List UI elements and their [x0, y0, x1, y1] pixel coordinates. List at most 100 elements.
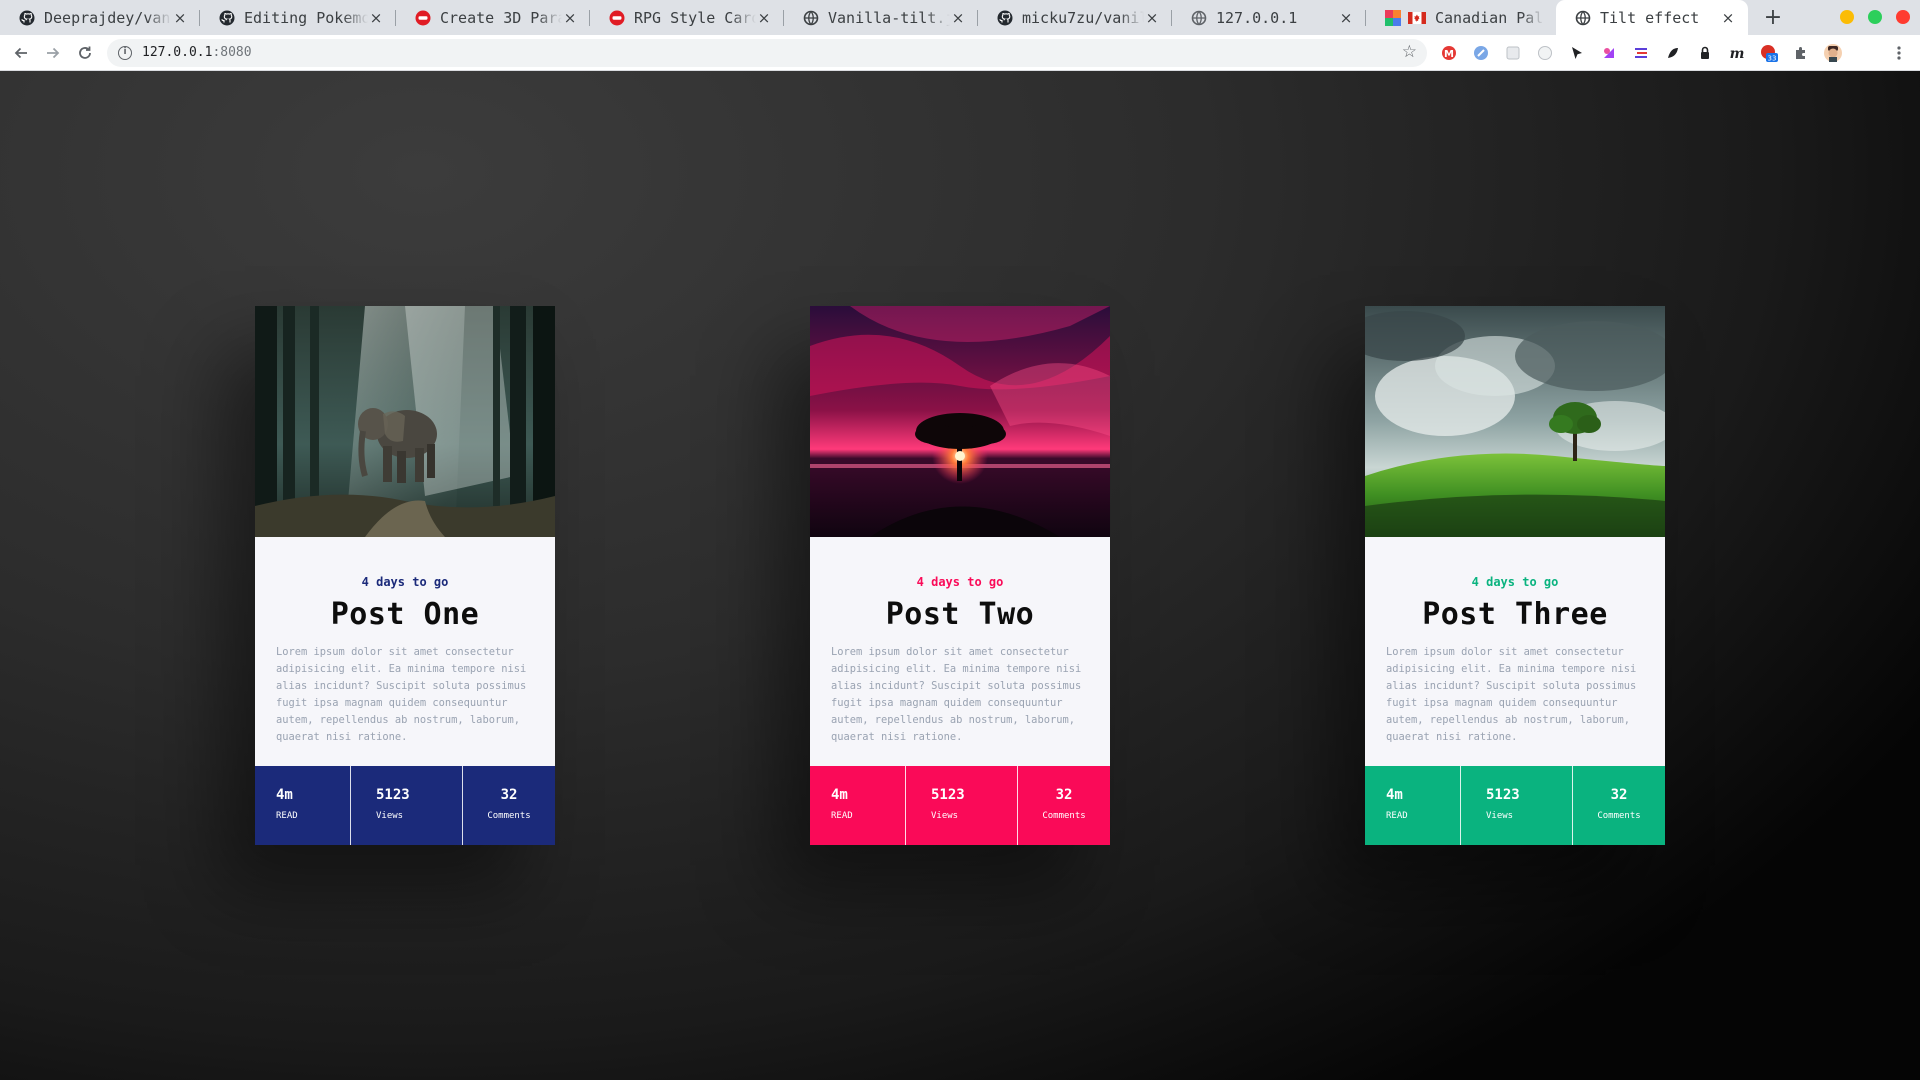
globe-icon — [803, 10, 819, 26]
close-icon[interactable]: × — [562, 9, 578, 27]
extension-badge-icon[interactable]: 33 — [1760, 44, 1778, 62]
stat-label: Comments — [1597, 811, 1641, 821]
stat-views: 5123 Views — [1460, 766, 1572, 845]
stat-read: 4m READ — [810, 766, 905, 845]
tab-create-3d-parallax[interactable]: Create 3D Parallax × — [396, 0, 590, 35]
extension-m-icon[interactable]: m — [1728, 44, 1746, 62]
info-icon[interactable]: i — [118, 46, 132, 60]
tab-tilt-effect[interactable]: Tilt effect × — [1556, 0, 1748, 35]
extension-lock-icon[interactable] — [1696, 44, 1714, 62]
puzzle-icon[interactable] — [1792, 44, 1810, 62]
maximize-button[interactable] — [1868, 10, 1882, 24]
close-icon[interactable]: × — [756, 9, 772, 27]
close-icon[interactable]: × — [1338, 9, 1354, 27]
stat-value: 32 — [1610, 787, 1628, 803]
reload-button[interactable] — [73, 41, 97, 65]
tab-deeprajdey[interactable]: Deeprajdey/vanilla-tilt × — [0, 0, 200, 35]
close-icon[interactable]: × — [950, 9, 966, 27]
bookmark-star-icon[interactable]: ☆ — [1402, 42, 1417, 62]
tab-vanilla-tilt-js[interactable]: Vanilla-tilt.js × — [784, 0, 978, 35]
card-stats: 4m READ 5123 Views 32 Comments — [1365, 766, 1665, 845]
tab-title: 127.0.0.1 — [1216, 8, 1298, 27]
tab-rpg-style-card[interactable]: RPG Style Card Design × — [590, 0, 784, 35]
card-date: 4 days to go — [916, 575, 1004, 589]
stat-read: 4m READ — [1365, 766, 1460, 845]
browser-toolbar: i 127.0.0.1:8080 ☆ M 33 m — [0, 35, 1920, 71]
globe-icon — [1575, 10, 1591, 26]
stat-label: READ — [831, 811, 853, 821]
stat-label: Comments — [487, 811, 531, 821]
extension-purple-icon[interactable] — [1600, 44, 1618, 62]
card-title: Post One — [330, 597, 480, 632]
card-body: 4 days to go Post Three Lorem ipsum dolo… — [1365, 537, 1665, 766]
stat-label: Comments — [1042, 811, 1086, 821]
stat-value: 5123 — [1486, 787, 1520, 803]
tab-strip: Deeprajdey/vanilla-tilt × Editing Pokemo… — [0, 0, 1920, 35]
close-icon[interactable]: × — [1720, 9, 1736, 27]
url-text[interactable]: 127.0.0.1:8080 — [142, 45, 252, 60]
tab-localhost[interactable]: 127.0.0.1 × — [1172, 0, 1366, 35]
card-post-three[interactable]: 4 days to go Post Three Lorem ipsum dolo… — [1365, 306, 1665, 845]
github-icon — [19, 10, 35, 26]
stat-label: READ — [276, 811, 298, 821]
extension-blue-icon[interactable] — [1472, 44, 1490, 62]
extension-cursor-icon[interactable] — [1568, 44, 1586, 62]
reload-icon — [79, 46, 91, 59]
tab-canadian-palette[interactable]: Canadian Palette — [1366, 0, 1556, 35]
card-image-elephant — [255, 306, 555, 537]
codepen-icon — [609, 10, 625, 26]
kebab-menu-icon[interactable] — [1890, 44, 1908, 62]
stat-comments: 32 Comments — [1017, 766, 1110, 845]
tab-editing-pokemon[interactable]: Editing Pokemon-cards × — [200, 0, 396, 35]
extension-leaf-icon[interactable] — [1664, 44, 1682, 62]
stat-read: 4m READ — [255, 766, 350, 845]
close-icon[interactable]: × — [1144, 9, 1160, 27]
extension-gray-icon[interactable] — [1536, 44, 1554, 62]
palette-grid-icon — [1385, 9, 1401, 26]
stat-label: Views — [1486, 811, 1514, 821]
card-description: Lorem ipsum dolor sit amet consectetur a… — [831, 646, 1082, 743]
card-post-one[interactable]: 4 days to go Post One Lorem ipsum dolor … — [255, 306, 555, 845]
github-icon — [219, 10, 235, 26]
stat-value: 4m — [1386, 787, 1403, 803]
card-description: Lorem ipsum dolor sit amet consectetur a… — [1386, 646, 1637, 743]
arrow-left-icon — [14, 47, 27, 59]
close-icon[interactable]: × — [368, 9, 384, 27]
card-body: 4 days to go Post One Lorem ipsum dolor … — [255, 537, 555, 766]
stat-label: Views — [376, 811, 404, 821]
svg-text:m: m — [1730, 46, 1745, 61]
stat-value: 4m — [831, 787, 848, 803]
extension-badge-count: 33 — [1768, 55, 1777, 63]
card-stats: 4m READ 5123 Views 32 Comments — [255, 766, 555, 845]
avatar[interactable] — [1824, 44, 1842, 62]
forward-button[interactable] — [41, 41, 65, 65]
tab-title: Tilt effect — [1600, 8, 1700, 27]
arrow-right-icon — [47, 47, 60, 59]
card-title: Post Three — [1422, 597, 1608, 632]
close-window-button[interactable] — [1896, 10, 1910, 24]
address-bar[interactable]: i 127.0.0.1:8080 ☆ — [107, 39, 1427, 67]
extension-grid-icon[interactable] — [1504, 44, 1522, 62]
card-body: 4 days to go Post Two Lorem ipsum dolor … — [810, 537, 1110, 766]
back-button[interactable] — [9, 41, 33, 65]
tab-title: Editing Pokemon-cards — [244, 8, 368, 27]
new-tab-button[interactable]: + — [1760, 4, 1786, 30]
close-icon[interactable]: × — [172, 9, 188, 27]
card-image-hill-tree — [1365, 306, 1665, 537]
minimize-button[interactable] — [1840, 10, 1854, 24]
tab-title: Create 3D Parallax — [440, 8, 562, 27]
tab-title: Vanilla-tilt.js — [828, 8, 950, 27]
globe-icon — [1191, 10, 1207, 26]
stat-value: 32 — [1055, 787, 1073, 803]
card-image-sunset-tree — [810, 306, 1110, 537]
extension-red-m-icon[interactable]: M — [1440, 44, 1458, 62]
stat-comments: 32 Comments — [462, 766, 555, 845]
stat-value: 32 — [500, 787, 518, 803]
card-post-two[interactable]: 4 days to go Post Two Lorem ipsum dolor … — [810, 306, 1110, 845]
tab-title: micku7zu/vanilla-tilt — [1022, 8, 1144, 27]
extension-lines-icon[interactable] — [1632, 44, 1650, 62]
stat-value: 4m — [276, 787, 293, 803]
tab-micku7zu-vanilla-tilt[interactable]: micku7zu/vanilla-tilt × — [978, 0, 1172, 35]
svg-text:M: M — [1444, 49, 1454, 60]
stat-comments: 32 Comments — [1572, 766, 1665, 845]
